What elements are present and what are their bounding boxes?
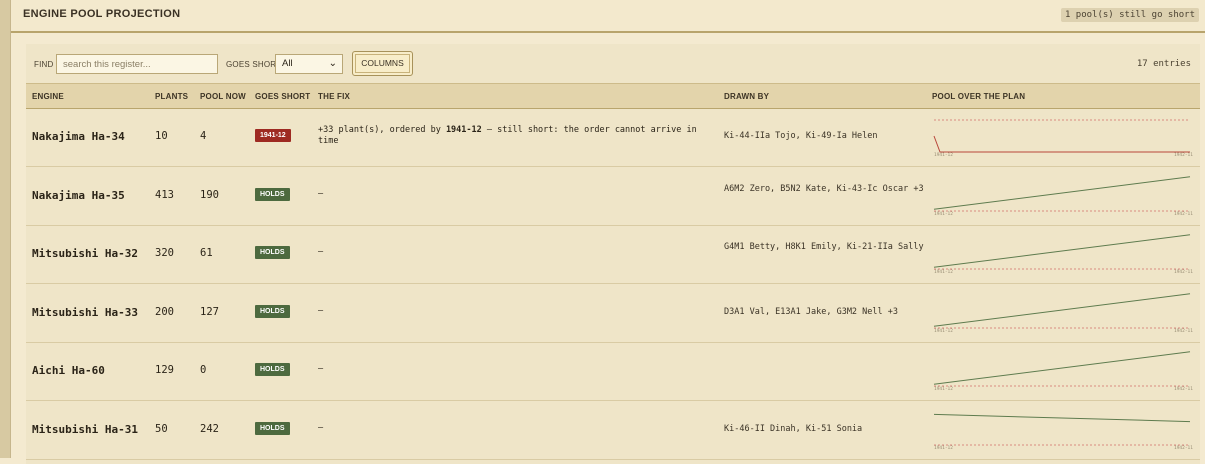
spark-end-label: 1942-11 <box>1174 328 1193 334</box>
toolbar: FIND GOES SHORT All ⌄ COLUMNS 17 entries <box>26 44 1200 83</box>
plants-value: 320 <box>155 247 174 259</box>
table-row[interactable]: Nakajima Ha-35 413 190 HOLDS — A6M2 Zero, B5N… <box>26 167 1200 226</box>
pool-now-value: 4 <box>200 130 207 142</box>
fix-text-pre: +33 plant(s), ordered by <box>318 125 446 135</box>
goes-short-value: All <box>282 58 293 69</box>
pool-series-line <box>933 292 1191 327</box>
plants-value: 200 <box>155 305 174 318</box>
goes-short-label: GOES SHORT <box>226 60 282 69</box>
register-panel: FIND GOES SHORT All ⌄ COLUMNS 17 entries… <box>26 44 1200 464</box>
holds-badge: HOLDS <box>255 246 290 259</box>
page-header: ENGINE POOL PROJECTION 1 pool(s) still g… <box>11 0 1205 33</box>
plants-value: 413 <box>155 188 174 201</box>
col-drawn-by[interactable]: DRAWN BY <box>724 92 769 101</box>
fix-text: +33 plant(s), ordered by 1941-12 — still… <box>318 125 708 147</box>
chevron-down-icon: ⌄ <box>328 58 337 69</box>
fix-text-pre: — <box>318 188 324 199</box>
spark-start-label: 1941-12 <box>934 445 953 451</box>
left-rail <box>0 0 11 458</box>
col-pool-now[interactable]: POOL NOW <box>200 92 246 101</box>
fix-text-pre: — <box>318 422 324 433</box>
short-date-badge: 1941-12 <box>255 129 291 142</box>
fix-text-pre: — <box>318 364 324 374</box>
pool-now-value: 242 <box>200 422 219 435</box>
plants-value: 10 <box>155 130 168 142</box>
pool-sparkline: 1941-12 1942-11 <box>933 119 1193 158</box>
fix-text-pre: — <box>318 247 324 257</box>
pool-now-value: 61 <box>200 247 213 259</box>
col-goes-short[interactable]: GOES SHORT <box>255 92 310 101</box>
fix-text: — <box>318 247 708 258</box>
fix-text: — <box>318 364 708 375</box>
goes-short-select[interactable]: All ⌄ <box>275 54 343 74</box>
columns-button[interactable]: COLUMNS <box>352 51 413 76</box>
table-row[interactable]: Mitsubishi Ha-33 200 127 HOLDS — D3A1 Val, E1… <box>26 284 1200 343</box>
col-pool-over-plan[interactable]: POOL OVER THE PLAN <box>932 92 1025 101</box>
pool-sparkline: 1941-12 1942-11 <box>933 234 1193 275</box>
fix-text: — <box>318 423 708 434</box>
pool-series-line <box>933 135 1190 153</box>
pool-series-line <box>933 175 1191 210</box>
engine-name[interactable]: Mitsubishi Ha-32 <box>32 247 138 260</box>
engine-name[interactable]: Nakajima Ha-34 <box>32 130 125 143</box>
pool-now-value: 190 <box>200 188 219 201</box>
table-row[interactable]: Mitsubishi Ha-31 50 242 HOLDS — Ki-46-II Dina… <box>26 401 1200 460</box>
pool-sparkline: 1941-12 1942-11 <box>933 413 1193 451</box>
spark-start-label: 1941-12 <box>934 269 953 275</box>
spark-end-label: 1942-11 <box>1174 445 1193 451</box>
spark-start-label: 1941-12 <box>934 386 953 392</box>
drawn-by-text: D3A1 Val, E13A1 Jake, G3M2 Nell +3 <box>724 306 898 317</box>
fix-order-date: 1941-12 <box>445 125 482 135</box>
pool-sparkline: 1941-12 1942-11 <box>933 351 1193 392</box>
spark-start-label: 1941-12 <box>934 152 953 158</box>
holds-badge: HOLDS <box>255 421 290 435</box>
pool-series-line <box>933 351 1191 385</box>
fix-text-pre: — <box>318 305 324 316</box>
pool-sparkline: 1941-12 1942-11 <box>933 175 1193 217</box>
drawn-by-text: Ki-44-IIa Tojo, Ki-49-Ia Helen <box>724 131 878 141</box>
spark-start-label: 1941-12 <box>934 211 953 217</box>
spark-end-label: 1942-11 <box>1174 386 1193 392</box>
pool-now-value: 0 <box>200 364 207 376</box>
pool-series-line <box>933 413 1191 422</box>
page-title: ENGINE POOL PROJECTION <box>23 8 181 20</box>
status-badge: 1 pool(s) still go short <box>1060 8 1199 22</box>
entries-count: 17 entries <box>1136 59 1191 69</box>
holds-badge: HOLDS <box>255 363 290 376</box>
col-the-fix[interactable]: THE FIX <box>318 92 350 101</box>
spark-end-label: 1942-11 <box>1174 152 1193 158</box>
find-label: FIND <box>34 60 54 69</box>
drawn-by-text: A6M2 Zero, B5N2 Kate, Ki-43-Ic Oscar +3 <box>724 183 924 194</box>
table-header: ENGINE PLANTS POOL NOW GOES SHORT THE FI… <box>26 83 1200 109</box>
plants-value: 50 <box>155 422 168 435</box>
col-plants[interactable]: PLANTS <box>155 92 188 101</box>
engine-name[interactable]: Nakajima Ha-35 <box>32 189 125 202</box>
fix-text: — <box>318 306 708 317</box>
pool-now-value: 127 <box>200 305 219 318</box>
engine-name[interactable]: Mitsubishi Ha-33 <box>32 306 138 319</box>
spark-start-label: 1941-12 <box>934 328 953 334</box>
col-engine[interactable]: ENGINE <box>32 92 64 101</box>
holds-badge: HOLDS <box>255 304 290 318</box>
search-input[interactable] <box>56 54 218 74</box>
spark-end-label: 1942-11 <box>1174 269 1193 275</box>
fix-text: — <box>318 189 708 200</box>
plants-value: 129 <box>155 364 174 376</box>
engine-name[interactable]: Mitsubishi Ha-31 <box>32 423 138 436</box>
spark-end-label: 1942-11 <box>1174 211 1193 217</box>
pool-sparkline: 1941-12 1942-11 <box>933 292 1193 334</box>
pool-series-line <box>933 234 1191 268</box>
table-row[interactable]: Nakajima Ha-34 10 4 1941-12 +33 plant(s), or… <box>26 108 1200 167</box>
holds-badge: HOLDS <box>255 187 290 201</box>
table-row[interactable]: Aichi Ha-60 129 0 HOLDS — 1941-12 1942-11 <box>26 342 1200 401</box>
drawn-by-text: Ki-46-II Dinah, Ki-51 Sonia <box>724 423 863 434</box>
drawn-by-text: G4M1 Betty, H8K1 Emily, Ki-21-IIa Sally <box>724 242 924 252</box>
table-row[interactable]: Mitsubishi Ha-32 320 61 HOLDS — G4M1 Betty, H… <box>26 225 1200 284</box>
engine-name[interactable]: Aichi Ha-60 <box>32 364 105 377</box>
